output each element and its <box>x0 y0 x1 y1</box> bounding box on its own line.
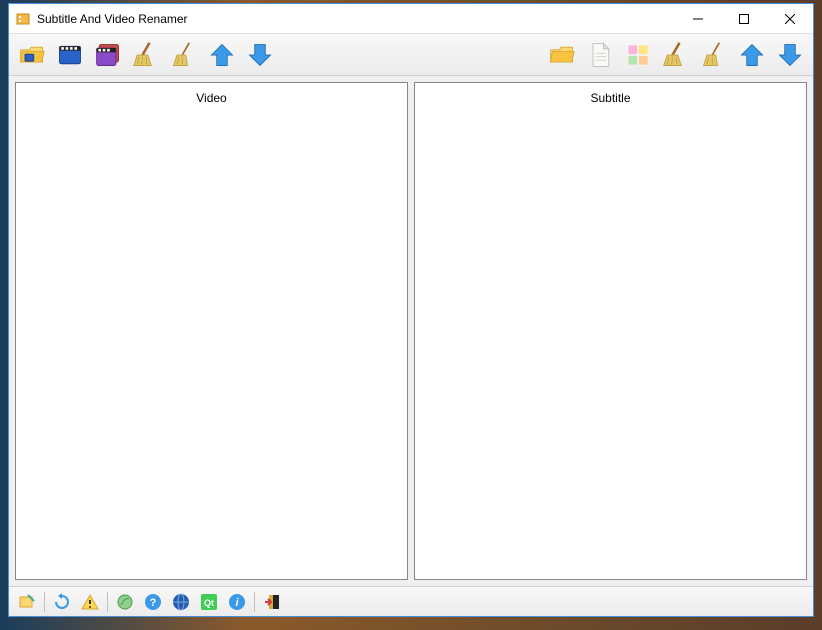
warning-icon <box>81 593 99 611</box>
window-title: Subtitle And Video Renamer <box>37 12 675 26</box>
document-icon <box>586 41 614 69</box>
subtitle-panel[interactable]: Subtitle <box>414 82 807 580</box>
arrow-up-icon <box>208 41 236 69</box>
refresh-button[interactable] <box>49 589 75 615</box>
add-videos-button[interactable] <box>90 37 126 73</box>
language-button[interactable] <box>168 589 194 615</box>
qt-icon: Qt <box>200 593 218 611</box>
clear-video-list-button[interactable] <box>128 37 164 73</box>
close-button[interactable] <box>767 4 813 34</box>
help-button[interactable]: ? <box>140 589 166 615</box>
svg-text:?: ? <box>150 597 157 609</box>
warning-button[interactable] <box>77 589 103 615</box>
main-toolbar <box>9 34 813 76</box>
bottom-toolbar: ? Qt i <box>9 586 813 616</box>
app-icon <box>15 11 31 27</box>
video-move-down-button[interactable] <box>242 37 278 73</box>
refresh-icon <box>53 593 71 611</box>
open-video-folder-button[interactable] <box>14 37 50 73</box>
broom-icon <box>132 41 160 69</box>
minimize-button[interactable] <box>675 4 721 34</box>
arrow-up-icon <box>738 41 766 69</box>
video-panel[interactable]: Video <box>15 82 408 580</box>
rename-button[interactable] <box>14 589 40 615</box>
documents-color-icon <box>624 41 652 69</box>
add-subtitle-file-button[interactable] <box>582 37 618 73</box>
video-move-up-button[interactable] <box>204 37 240 73</box>
maximize-button[interactable] <box>721 4 767 34</box>
separator-icon <box>254 592 255 612</box>
clean-video-button[interactable] <box>166 37 202 73</box>
about-button[interactable]: i <box>224 589 250 615</box>
broom-icon <box>662 41 690 69</box>
video-file-icon <box>56 41 84 69</box>
titlebar: Subtitle And Video Renamer <box>9 4 813 34</box>
brush-icon <box>170 41 198 69</box>
rename-icon <box>18 593 36 611</box>
exit-icon <box>263 593 281 611</box>
exit-button[interactable] <box>259 589 285 615</box>
content-area: Video Subtitle <box>9 76 813 586</box>
folder-icon <box>548 41 576 69</box>
arrow-down-icon <box>246 41 274 69</box>
add-video-button[interactable] <box>52 37 88 73</box>
clean-subtitle-button[interactable] <box>696 37 732 73</box>
window-controls <box>675 4 813 34</box>
web-button[interactable] <box>112 589 138 615</box>
brush-icon <box>700 41 728 69</box>
svg-text:Qt: Qt <box>204 598 214 608</box>
add-subtitle-files-button[interactable] <box>620 37 656 73</box>
globe-leaf-icon <box>116 593 134 611</box>
subtitle-move-up-button[interactable] <box>734 37 770 73</box>
separator-icon <box>44 592 45 612</box>
open-subtitle-folder-button[interactable] <box>544 37 580 73</box>
about-qt-button[interactable]: Qt <box>196 589 222 615</box>
subtitle-move-down-button[interactable] <box>772 37 808 73</box>
subtitle-panel-header: Subtitle <box>415 83 806 113</box>
separator-icon <box>107 592 108 612</box>
folder-video-icon <box>18 41 46 69</box>
arrow-down-icon <box>776 41 804 69</box>
help-icon: ? <box>144 593 162 611</box>
info-icon: i <box>228 593 246 611</box>
video-stack-icon <box>94 41 122 69</box>
video-panel-header: Video <box>16 83 407 113</box>
globe-icon <box>172 593 190 611</box>
app-window: Subtitle And Video Renamer <box>8 3 814 617</box>
clear-subtitle-list-button[interactable] <box>658 37 694 73</box>
